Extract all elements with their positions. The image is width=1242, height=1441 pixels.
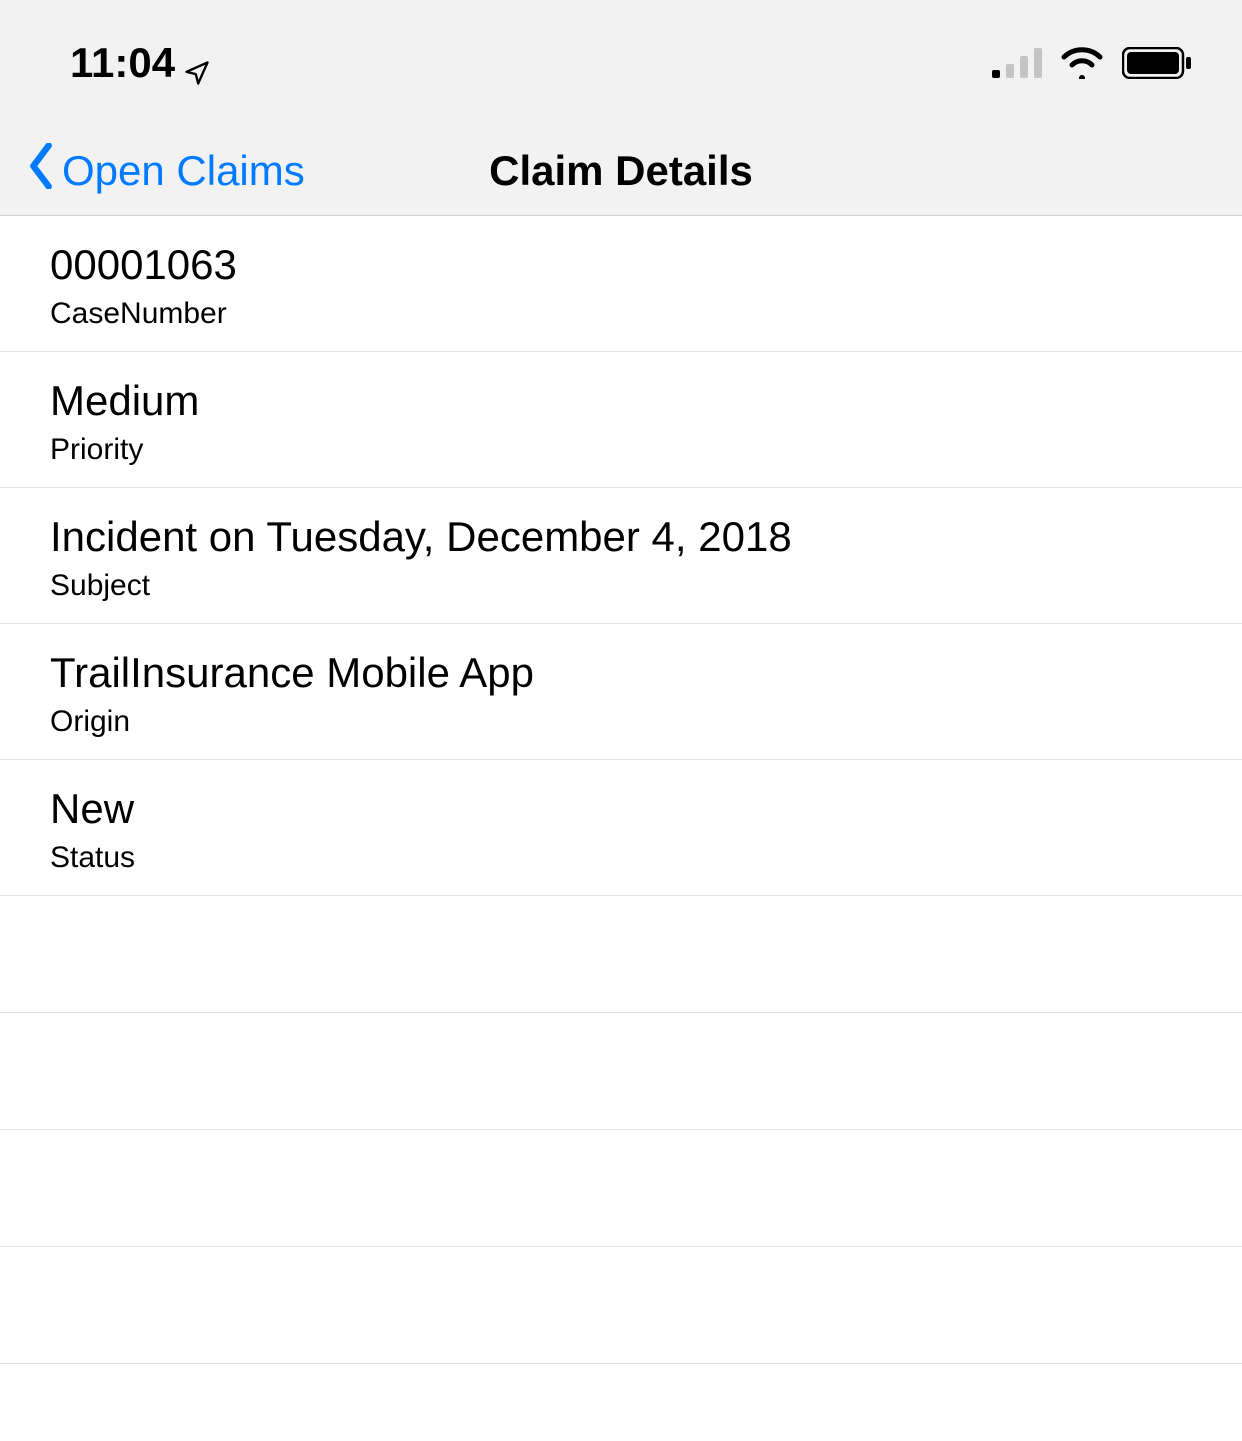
row-value: Medium [50,376,1242,426]
empty-row [0,1247,1242,1364]
case-number-row[interactable]: 00001063 CaseNumber [0,216,1242,352]
nav-bar: Open Claims Claim Details [0,126,1242,216]
row-value: New [50,784,1242,834]
cellular-signal-icon [992,48,1042,78]
wifi-icon [1060,47,1104,79]
row-label: Origin [50,705,1242,739]
status-right [992,47,1192,79]
row-label: Status [50,841,1242,875]
chevron-left-icon [28,143,54,199]
status-row[interactable]: New Status [0,760,1242,896]
origin-row[interactable]: TrailInsurance Mobile App Origin [0,624,1242,760]
empty-row [0,1013,1242,1130]
priority-row[interactable]: Medium Priority [0,352,1242,488]
status-bar: 11:04 [0,0,1242,126]
subject-row[interactable]: Incident on Tuesday, December 4, 2018 Su… [0,488,1242,624]
content: 00001063 CaseNumber Medium Priority Inci… [0,216,1242,1364]
status-time: 11:04 [70,39,211,87]
row-value: TrailInsurance Mobile App [50,648,1242,698]
location-icon [183,49,211,77]
empty-row [0,896,1242,1013]
back-button[interactable]: Open Claims [0,143,305,199]
row-value: Incident on Tuesday, December 4, 2018 [50,512,1242,562]
row-label: Subject [50,569,1242,603]
back-label: Open Claims [62,147,305,195]
empty-row [0,1130,1242,1247]
row-label: CaseNumber [50,297,1242,331]
status-time-text: 11:04 [70,39,175,87]
row-value: 00001063 [50,240,1242,290]
battery-icon [1122,47,1192,79]
row-label: Priority [50,433,1242,467]
